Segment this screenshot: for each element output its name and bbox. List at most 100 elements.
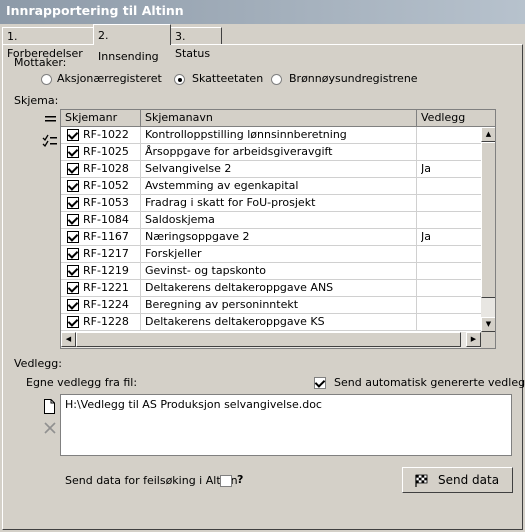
scroll-right-button[interactable]: ▶ xyxy=(466,332,481,347)
send-data-label: Send data xyxy=(438,473,500,487)
recipient-label: Mottaker: xyxy=(14,56,67,69)
horizontal-scrollbar[interactable]: ◀ ▶ xyxy=(61,332,481,348)
attachment-files-textarea[interactable]: H:\Vedlegg til AS Produksjon selvangivel… xyxy=(60,394,512,456)
form-attachment xyxy=(421,127,479,143)
row-checkbox[interactable] xyxy=(67,265,79,277)
radio-aksjonaerregisteret-label: Aksjonærregisteret xyxy=(57,72,162,85)
form-attachment xyxy=(421,195,479,211)
form-number: RF-1167 xyxy=(83,230,129,243)
row-checkbox[interactable] xyxy=(67,146,79,158)
help-icon[interactable]: ? xyxy=(237,473,243,486)
form-attachment: Ja xyxy=(421,230,431,243)
form-name: Årsoppgave for arbeidsgiveravgift xyxy=(145,145,333,158)
own-attachments-label: Egne vedlegg fra fil: xyxy=(26,376,138,389)
form-number: RF-1224 xyxy=(83,298,129,311)
table-row[interactable]: RF-1025 Årsoppgave for arbeidsgiveravgift xyxy=(61,144,481,161)
row-checkbox[interactable] xyxy=(67,197,79,209)
form-attachment xyxy=(421,212,479,228)
form-name: Kontrolloppstilling lønnsinnberetning xyxy=(145,128,347,141)
form-name: Avstemming av egenkapital xyxy=(145,179,299,192)
form-attachment xyxy=(421,246,479,262)
table-row[interactable]: RF-1053 Fradrag i skatt for FoU-prosjekt xyxy=(61,195,481,212)
delete-icon[interactable] xyxy=(43,421,57,435)
column-divider xyxy=(416,127,417,331)
select-all-icon[interactable] xyxy=(42,134,58,148)
row-checkbox[interactable] xyxy=(67,316,79,328)
table-row[interactable]: RF-1228 Deltakerens deltakeroppgave KS xyxy=(61,314,481,331)
auto-attachments-label: Send automatisk genererte vedlegg xyxy=(334,376,525,389)
table-row[interactable]: RF-1167 Næringsoppgave 2 Ja xyxy=(61,229,481,246)
row-checkbox[interactable] xyxy=(67,248,79,260)
form-name: Selvangivelse 2 xyxy=(145,162,232,175)
vertical-scroll-thumb[interactable] xyxy=(481,142,495,298)
tab-innsending[interactable]: 2. Innsending xyxy=(93,24,171,63)
table-row[interactable]: RF-1052 Avstemming av egenkapital xyxy=(61,178,481,195)
row-checkbox[interactable] xyxy=(67,129,79,141)
form-name: Gevinst- og tapskonto xyxy=(145,264,267,277)
form-number: RF-1022 xyxy=(83,128,129,141)
table-row[interactable]: RF-1022 Kontrolloppstilling lønnsinnberet… xyxy=(61,127,481,144)
form-number: RF-1052 xyxy=(83,179,129,192)
row-checkbox[interactable] xyxy=(67,214,79,226)
row-checkbox[interactable] xyxy=(67,282,79,294)
form-attachment xyxy=(421,297,479,313)
send-data-button[interactable]: Send data xyxy=(402,467,513,493)
debug-send-label: Send data for feilsøking i Altinn xyxy=(65,474,238,487)
forms-grid: Skjemanr Skjemanavn Vedlegg RF-1022 Kontr… xyxy=(60,109,496,349)
radio-skatteetaten[interactable] xyxy=(174,74,185,85)
form-name: Beregning av personinntekt xyxy=(145,298,299,311)
radio-bronnoysundregistrene-label: Brønnøysundregistrene xyxy=(289,72,418,85)
radio-aksjonaerregisteret[interactable] xyxy=(41,74,52,85)
scroll-up-button[interactable]: ▲ xyxy=(481,127,495,142)
form-name: Forskjeller xyxy=(145,247,202,260)
scrollbar-corner xyxy=(481,332,495,348)
table-row[interactable]: RF-1224 Beregning av personinntekt xyxy=(61,297,481,314)
form-attachment xyxy=(421,144,479,160)
form-number: RF-1228 xyxy=(83,315,129,328)
form-number: RF-1025 xyxy=(83,145,129,158)
form-attachment xyxy=(421,178,479,194)
attachments-label: Vedlegg: xyxy=(14,357,62,370)
form-number: RF-1221 xyxy=(83,281,129,294)
radio-bronnoysundregistrene[interactable] xyxy=(271,74,282,85)
window-title: Innrapportering til Altinn xyxy=(6,3,184,18)
form-attachment: Ja xyxy=(421,162,431,175)
horizontal-scroll-thumb[interactable] xyxy=(76,332,461,347)
new-document-icon[interactable] xyxy=(43,399,56,414)
forms-label: Skjema: xyxy=(14,94,59,107)
row-checkbox[interactable] xyxy=(67,180,79,192)
column-header-number[interactable]: Skjemanr xyxy=(61,110,141,127)
checkered-flag-icon xyxy=(415,474,428,487)
row-checkbox[interactable] xyxy=(67,231,79,243)
form-attachment xyxy=(421,263,479,279)
form-number: RF-1053 xyxy=(83,196,129,209)
auto-attachments-checkbox[interactable] xyxy=(314,377,326,389)
debug-send-checkbox[interactable] xyxy=(220,475,232,487)
form-number: RF-1217 xyxy=(83,247,129,260)
form-name: Saldoskjema xyxy=(145,213,215,226)
scroll-down-button[interactable]: ▼ xyxy=(481,317,495,332)
table-row[interactable]: RF-1219 Gevinst- og tapskonto xyxy=(61,263,481,280)
form-name: Næringsoppgave 2 xyxy=(145,230,250,243)
title-bar: Innrapportering til Altinn xyxy=(0,0,525,24)
table-row[interactable]: RF-1028 Selvangivelse 2 Ja xyxy=(61,161,481,178)
tab-forberedelser[interactable]: 1. Forberedelser xyxy=(2,27,94,60)
column-header-name[interactable]: Skjemanavn xyxy=(141,110,417,127)
form-name: Deltakerens deltakeroppgave KS xyxy=(145,315,325,328)
form-number: RF-1219 xyxy=(83,264,129,277)
form-name: Fradrag i skatt for FoU-prosjekt xyxy=(145,196,316,209)
form-name: Deltakerens deltakeroppgave ANS xyxy=(145,281,334,294)
table-row[interactable]: RF-1217 Forskjeller xyxy=(61,246,481,263)
form-number: RF-1028 xyxy=(83,162,129,175)
tab-status[interactable]: 3. Status xyxy=(170,27,222,60)
table-row[interactable]: RF-1084 Saldoskjema xyxy=(61,212,481,229)
form-number: RF-1084 xyxy=(83,213,129,226)
row-checkbox[interactable] xyxy=(67,299,79,311)
column-header-attachment[interactable]: Vedlegg xyxy=(417,110,495,127)
vertical-scrollbar[interactable]: ▲ ▼ xyxy=(481,127,495,332)
scroll-left-button[interactable]: ◀ xyxy=(61,332,76,347)
table-row[interactable]: RF-1221 Deltakerens deltakeroppgave ANS xyxy=(61,280,481,297)
tab-strip: 1. Forberedelser 2. Innsending 3. Status xyxy=(0,24,525,63)
deselect-all-icon[interactable] xyxy=(44,115,58,123)
row-checkbox[interactable] xyxy=(67,163,79,175)
